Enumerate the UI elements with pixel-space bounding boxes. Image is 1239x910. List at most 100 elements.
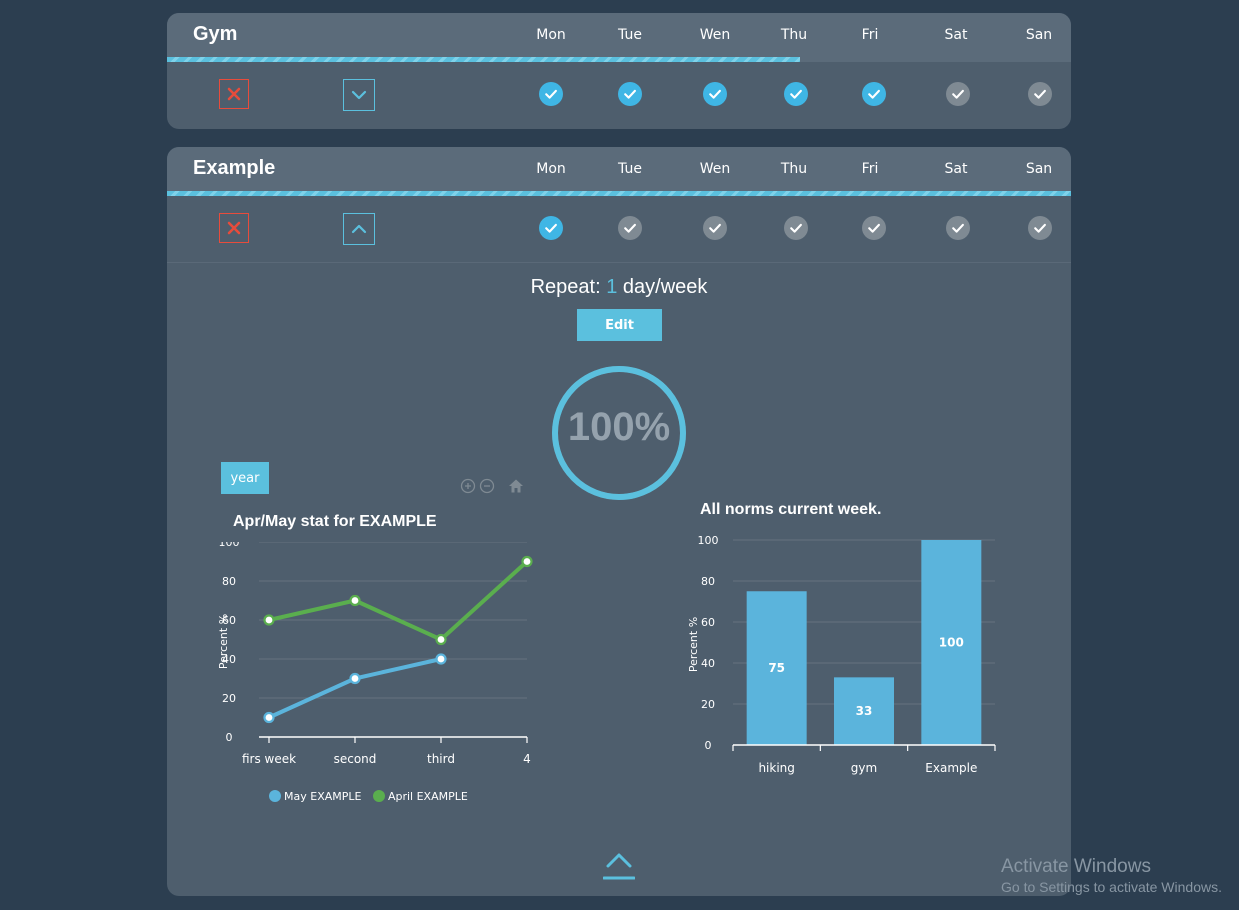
year-button[interactable]: year (221, 462, 269, 494)
x-tick-label: hiking (758, 761, 794, 775)
norm-title: Example (193, 157, 276, 179)
series-line-1 (267, 559, 529, 642)
day-label-san: San (1025, 27, 1053, 43)
day-label-tue: Tue (618, 27, 642, 43)
watermark-title: Activate Windows (1001, 856, 1151, 877)
check-circle-icon (624, 223, 636, 233)
collapse-details-icon[interactable] (603, 847, 635, 883)
y-tick-label: 20 (701, 698, 715, 711)
completion-ring: 100% (551, 365, 687, 501)
expand-button[interactable] (343, 79, 375, 111)
day-check-tue[interactable] (618, 216, 642, 240)
day-check-mon[interactable] (539, 216, 563, 240)
repeat-info: Repeat: 1 day/week (167, 276, 1071, 299)
check-circle-icon (952, 89, 964, 99)
legend-marker (269, 790, 281, 802)
y-axis-label: Percent % (687, 617, 700, 672)
data-point (349, 672, 361, 685)
legend-item-april[interactable]: April EXAMPLE (372, 790, 468, 803)
norm-controls-row (167, 196, 1071, 262)
day-label-tue: Tue (618, 161, 642, 177)
day-label-sat: Sat (944, 27, 968, 43)
y-tick-label: 100 (219, 542, 240, 549)
day-label-fri: Fri (861, 161, 879, 177)
day-check-fri[interactable] (862, 216, 886, 240)
y-tick-label: 80 (701, 575, 715, 588)
day-check-thu[interactable] (784, 216, 808, 240)
day-label-wen: Wen (699, 161, 731, 177)
legend-item-may[interactable]: May EXAMPLE (269, 790, 361, 803)
line-chart-title: Apr/May stat for EXAMPLE (233, 513, 437, 530)
activation-watermark: Activate Windows Go to Settings to activ… (1001, 856, 1222, 895)
home-icon[interactable] (507, 477, 525, 495)
day-label-sat: Sat (944, 161, 968, 177)
norm-title: Gym (193, 23, 238, 45)
chevron-up-icon (351, 224, 367, 234)
y-tick-label: 100 (698, 534, 719, 547)
check-circle-icon (868, 223, 880, 233)
check-circle-icon (1034, 89, 1046, 99)
data-label: 75 (768, 661, 785, 675)
edit-button[interactable]: Edit (577, 309, 662, 341)
close-icon (227, 221, 241, 235)
completion-percent: 100% (567, 405, 671, 449)
x-tick-label: firs week (242, 752, 296, 766)
collapse-button[interactable] (343, 213, 375, 245)
norm-card-example: Example Mon Tue Wen Thu Fri Sat San Repe (167, 147, 1071, 896)
y-tick-label: 20 (222, 692, 236, 705)
x-tick-label: gym (851, 761, 877, 775)
delete-button[interactable] (219, 213, 249, 243)
day-check-tue[interactable] (618, 82, 642, 106)
legend-label: May EXAMPLE (284, 790, 362, 803)
check-circle-icon (952, 223, 964, 233)
x-tick-label: Example (925, 761, 977, 775)
chevron-down-icon (351, 90, 367, 100)
series-line-0 (267, 657, 443, 720)
check-circle-icon (624, 89, 636, 99)
day-check-san[interactable] (1028, 216, 1052, 240)
data-point (435, 633, 447, 646)
norm-header: Example Mon Tue Wen Thu Fri Sat San (167, 147, 1071, 191)
check-circle-icon (790, 89, 802, 99)
data-point (349, 594, 361, 607)
y-tick-label: 80 (222, 575, 236, 588)
day-label-wen: Wen (699, 27, 731, 43)
y-tick-label: 0 (226, 731, 233, 744)
y-axis-label: Percent % (217, 614, 230, 669)
delete-button[interactable] (219, 79, 249, 109)
norm-card-gym: Gym Mon Tue Wen Thu Fri Sat San (167, 13, 1071, 129)
check-circle-icon (545, 89, 557, 99)
data-label: 100 (939, 636, 964, 650)
check-circle-icon (1034, 223, 1046, 233)
day-check-wen[interactable] (703, 82, 727, 106)
check-circle-icon (545, 223, 557, 233)
x-tick-label: third (427, 752, 455, 766)
x-tick-label: second (334, 752, 377, 766)
line-chart: 020406080100firs week second third 4Percent… (217, 542, 533, 766)
legend-marker (372, 790, 385, 802)
zoom-in-icon[interactable] (459, 477, 477, 495)
data-point (263, 614, 275, 626)
day-label-mon: Mon (536, 161, 566, 177)
day-check-mon[interactable] (539, 82, 563, 106)
divider (167, 262, 1071, 263)
data-point (263, 711, 275, 724)
watermark-subtitle: Go to Settings to activate Windows. (1001, 879, 1222, 895)
repeat-count: 1 (606, 276, 618, 298)
day-check-fri[interactable] (862, 82, 886, 106)
day-check-san[interactable] (1028, 82, 1052, 106)
day-check-sat[interactable] (946, 216, 970, 240)
check-circle-icon (709, 89, 721, 99)
day-label-thu: Thu (780, 27, 808, 43)
legend-label: April EXAMPLE (387, 790, 468, 803)
zoom-out-icon[interactable] (478, 477, 496, 495)
day-label-fri: Fri (861, 27, 879, 43)
day-check-sat[interactable] (946, 82, 970, 106)
x-tick-label: 4 (523, 752, 531, 766)
day-check-thu[interactable] (784, 82, 808, 106)
data-label: 33 (856, 704, 873, 718)
y-tick-label: 60 (701, 616, 715, 629)
line-chart-legend: May EXAMPLE April EXAMPLE (269, 790, 476, 803)
bar-chart-title: All norms current week. (700, 501, 882, 518)
day-check-wen[interactable] (703, 216, 727, 240)
